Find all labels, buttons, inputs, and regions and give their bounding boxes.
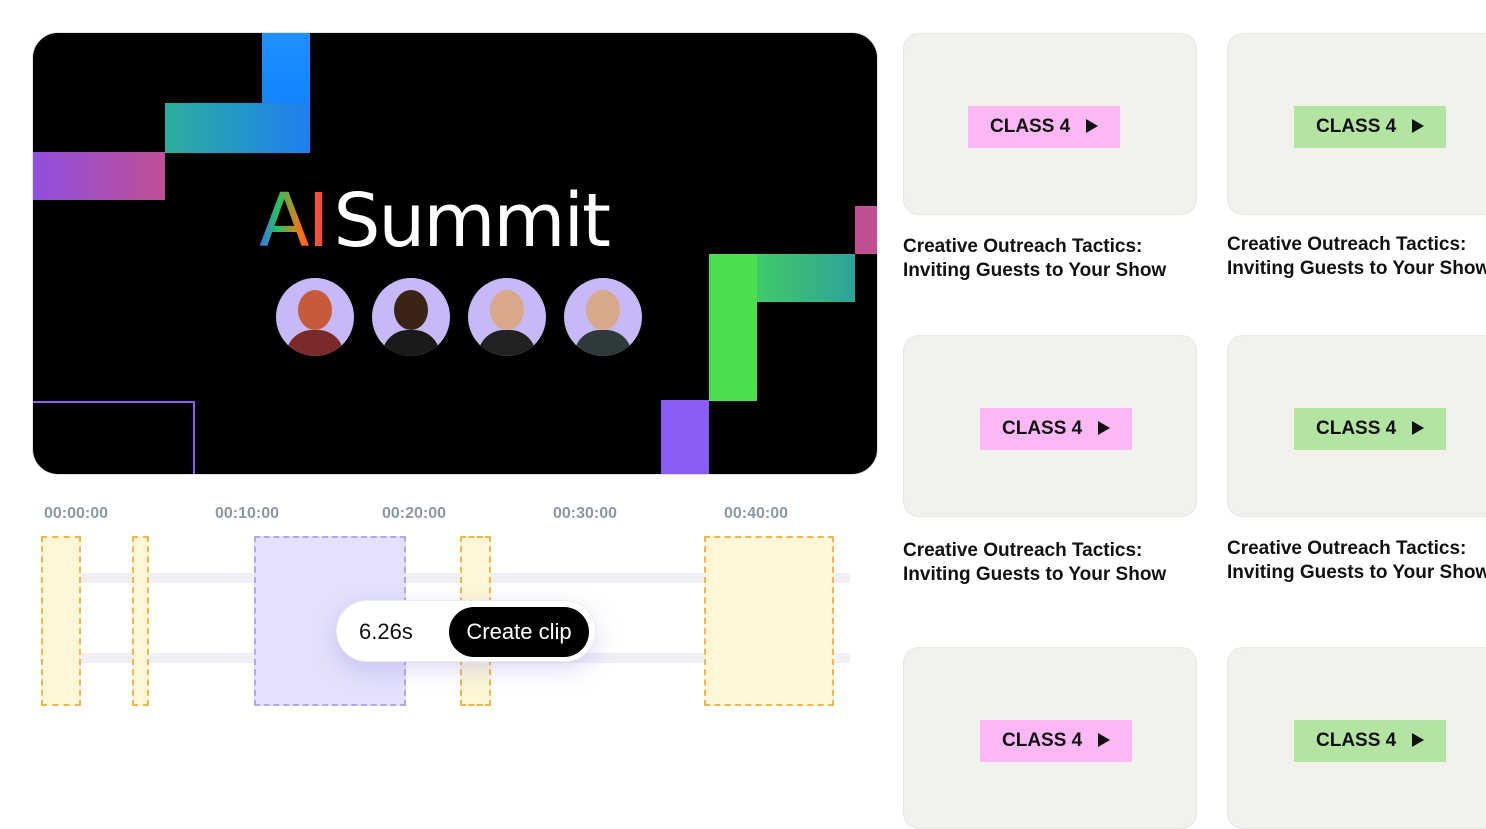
clip-segment[interactable] — [704, 536, 834, 706]
class-title[interactable]: Creative Outreach Tactics: Inviting Guest… — [1227, 537, 1486, 585]
play-icon — [1098, 733, 1111, 747]
decor-block — [165, 103, 310, 153]
class-badge[interactable]: CLASS 4 — [980, 408, 1133, 450]
avatar — [372, 278, 450, 356]
timestamp-label: 00:00:00 — [44, 505, 109, 522]
class-thumbnail[interactable]: CLASS 4 — [903, 33, 1197, 215]
clip-timeline[interactable]: 00:00:00 00:10:00 00:20:00 00:30:00 00:4… — [30, 495, 860, 725]
play-icon — [1086, 119, 1099, 133]
class-title[interactable]: Creative Outreach Tactics: Inviting Guest… — [1227, 233, 1486, 281]
class-badge[interactable]: CLASS 4 — [980, 720, 1133, 762]
class-thumbnail[interactable]: CLASS 4 — [1227, 647, 1486, 829]
clip-segment[interactable] — [41, 536, 81, 706]
timestamp-label: 00:40:00 — [724, 505, 789, 522]
class-title[interactable]: Creative Outreach Tactics: Inviting Guest… — [903, 235, 1203, 283]
avatar — [276, 278, 354, 356]
title-ai: AI — [259, 178, 329, 264]
class-badge[interactable]: CLASS 4 — [1294, 720, 1447, 762]
class-thumbnail[interactable]: CLASS 4 — [903, 335, 1197, 517]
timestamp-label: 00:20:00 — [382, 505, 447, 522]
decor-block — [709, 254, 757, 401]
timestamp-label: 00:30:00 — [553, 505, 618, 522]
video-title: AISummit — [259, 178, 611, 264]
class-title[interactable]: Creative Outreach Tactics: Inviting Guest… — [903, 539, 1203, 587]
clip-action-pill: 6.26s Create clip — [336, 600, 596, 662]
class-badge[interactable]: CLASS 4 — [1294, 408, 1447, 450]
class-badge[interactable]: CLASS 4 — [968, 106, 1121, 148]
play-icon — [1098, 421, 1111, 435]
decor-block — [855, 206, 877, 254]
create-clip-button[interactable]: Create clip — [449, 607, 589, 657]
video-preview[interactable]: AISummit — [32, 32, 878, 475]
avatar — [468, 278, 546, 356]
class-badge[interactable]: CLASS 4 — [1294, 106, 1447, 148]
title-summit: Summit — [333, 178, 611, 264]
timestamp-label: 00:10:00 — [215, 505, 280, 522]
clip-segment[interactable] — [132, 536, 149, 706]
avatar — [564, 278, 642, 356]
play-icon — [1412, 119, 1425, 133]
play-icon — [1412, 421, 1425, 435]
decor-block — [661, 400, 709, 474]
decor-outline — [33, 401, 195, 474]
class-thumbnail[interactable]: CLASS 4 — [1227, 335, 1486, 517]
clip-duration: 6.26s — [359, 619, 413, 644]
class-thumbnail[interactable]: CLASS 4 — [1227, 33, 1486, 215]
class-thumbnail[interactable]: CLASS 4 — [903, 647, 1197, 829]
play-icon — [1412, 733, 1425, 747]
decor-block — [33, 152, 165, 200]
